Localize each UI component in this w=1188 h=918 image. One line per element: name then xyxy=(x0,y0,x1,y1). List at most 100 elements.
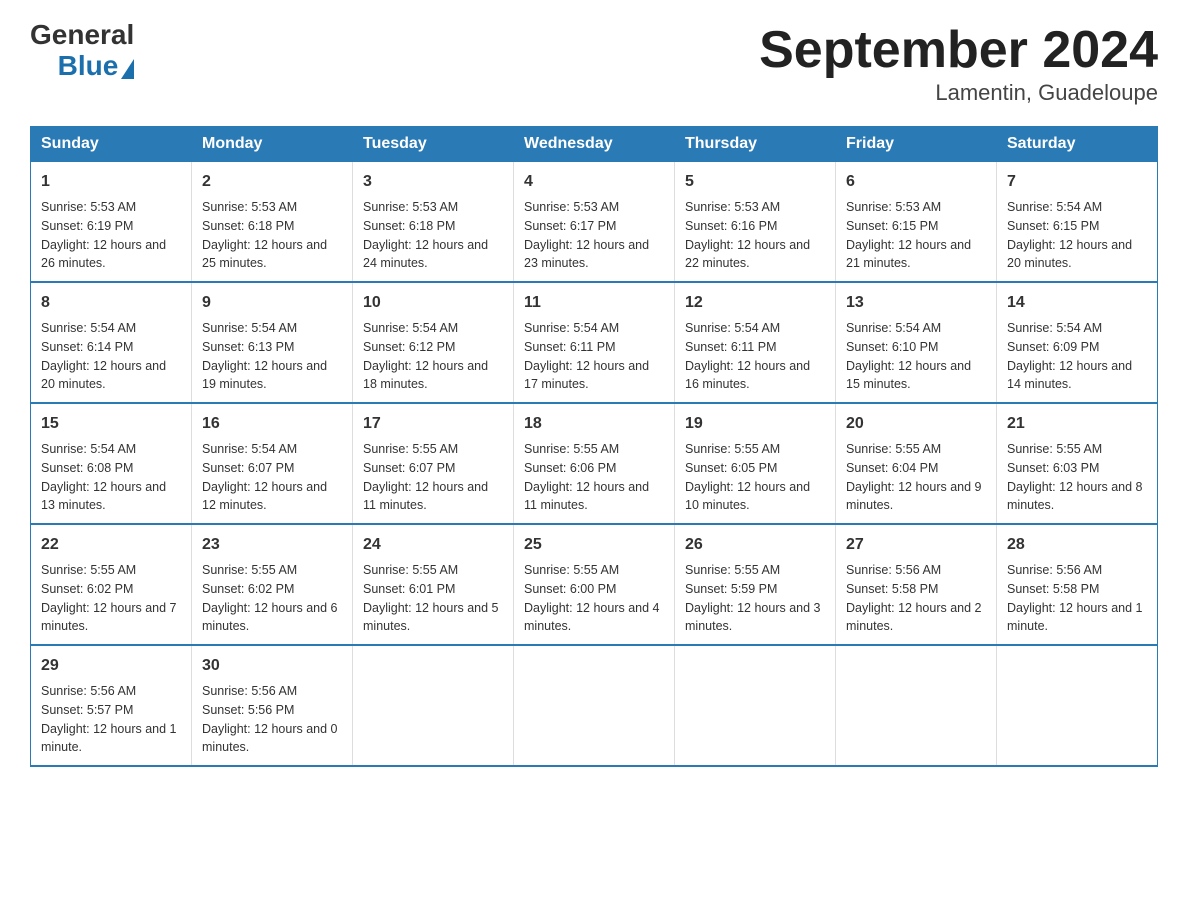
day-daylight: Daylight: 12 hours and 21 minutes. xyxy=(846,236,986,274)
day-daylight: Daylight: 12 hours and 13 minutes. xyxy=(41,478,181,516)
day-sunrise: Sunrise: 5:56 AM xyxy=(1007,561,1147,580)
calendar-week-row: 29 Sunrise: 5:56 AM Sunset: 5:57 PM Dayl… xyxy=(31,645,1158,766)
day-number: 5 xyxy=(685,170,825,194)
day-daylight: Daylight: 12 hours and 25 minutes. xyxy=(202,236,342,274)
header-thursday: Thursday xyxy=(675,127,836,162)
day-daylight: Daylight: 12 hours and 23 minutes. xyxy=(524,236,664,274)
table-row: 5 Sunrise: 5:53 AM Sunset: 6:16 PM Dayli… xyxy=(675,162,836,283)
day-sunrise: Sunrise: 5:54 AM xyxy=(202,440,342,459)
table-row xyxy=(836,645,997,766)
day-sunrise: Sunrise: 5:55 AM xyxy=(363,440,503,459)
day-sunset: Sunset: 6:19 PM xyxy=(41,217,181,236)
day-daylight: Daylight: 12 hours and 7 minutes. xyxy=(41,599,181,637)
calendar-week-row: 8 Sunrise: 5:54 AM Sunset: 6:14 PM Dayli… xyxy=(31,282,1158,403)
day-sunset: Sunset: 6:11 PM xyxy=(685,338,825,357)
day-sunset: Sunset: 6:04 PM xyxy=(846,459,986,478)
table-row xyxy=(675,645,836,766)
day-number: 29 xyxy=(41,654,181,678)
day-daylight: Daylight: 12 hours and 20 minutes. xyxy=(1007,236,1147,274)
day-sunset: Sunset: 6:06 PM xyxy=(524,459,664,478)
day-sunset: Sunset: 6:05 PM xyxy=(685,459,825,478)
table-row xyxy=(514,645,675,766)
day-sunset: Sunset: 5:56 PM xyxy=(202,701,342,720)
logo-text-blue: Blue xyxy=(58,51,119,82)
day-sunrise: Sunrise: 5:54 AM xyxy=(685,319,825,338)
day-sunrise: Sunrise: 5:55 AM xyxy=(202,561,342,580)
day-sunrise: Sunrise: 5:53 AM xyxy=(524,198,664,217)
day-number: 13 xyxy=(846,291,986,315)
day-sunset: Sunset: 6:15 PM xyxy=(846,217,986,236)
day-sunrise: Sunrise: 5:54 AM xyxy=(41,319,181,338)
day-sunrise: Sunrise: 5:53 AM xyxy=(685,198,825,217)
day-sunset: Sunset: 6:07 PM xyxy=(202,459,342,478)
day-sunset: Sunset: 5:58 PM xyxy=(846,580,986,599)
day-daylight: Daylight: 12 hours and 5 minutes. xyxy=(363,599,503,637)
title-block: September 2024 Lamentin, Guadeloupe xyxy=(759,20,1158,106)
logo-text-general: General xyxy=(30,20,134,51)
day-sunset: Sunset: 6:17 PM xyxy=(524,217,664,236)
table-row: 1 Sunrise: 5:53 AM Sunset: 6:19 PM Dayli… xyxy=(31,162,192,283)
day-daylight: Daylight: 12 hours and 2 minutes. xyxy=(846,599,986,637)
table-row: 27 Sunrise: 5:56 AM Sunset: 5:58 PM Dayl… xyxy=(836,524,997,645)
day-daylight: Daylight: 12 hours and 1 minute. xyxy=(41,720,181,758)
table-row: 20 Sunrise: 5:55 AM Sunset: 6:04 PM Dayl… xyxy=(836,403,997,524)
day-sunset: Sunset: 6:02 PM xyxy=(41,580,181,599)
day-number: 28 xyxy=(1007,533,1147,557)
calendar-location: Lamentin, Guadeloupe xyxy=(759,80,1158,106)
day-daylight: Daylight: 12 hours and 17 minutes. xyxy=(524,357,664,395)
day-daylight: Daylight: 12 hours and 0 minutes. xyxy=(202,720,342,758)
header-monday: Monday xyxy=(192,127,353,162)
calendar-header-row: Sunday Monday Tuesday Wednesday Thursday… xyxy=(31,127,1158,162)
day-sunrise: Sunrise: 5:53 AM xyxy=(202,198,342,217)
day-number: 16 xyxy=(202,412,342,436)
day-number: 30 xyxy=(202,654,342,678)
day-number: 18 xyxy=(524,412,664,436)
calendar-week-row: 1 Sunrise: 5:53 AM Sunset: 6:19 PM Dayli… xyxy=(31,162,1158,283)
day-daylight: Daylight: 12 hours and 4 minutes. xyxy=(524,599,664,637)
day-daylight: Daylight: 12 hours and 22 minutes. xyxy=(685,236,825,274)
day-number: 8 xyxy=(41,291,181,315)
day-daylight: Daylight: 12 hours and 11 minutes. xyxy=(524,478,664,516)
table-row: 23 Sunrise: 5:55 AM Sunset: 6:02 PM Dayl… xyxy=(192,524,353,645)
day-number: 27 xyxy=(846,533,986,557)
table-row: 21 Sunrise: 5:55 AM Sunset: 6:03 PM Dayl… xyxy=(997,403,1158,524)
day-sunset: Sunset: 6:12 PM xyxy=(363,338,503,357)
table-row: 3 Sunrise: 5:53 AM Sunset: 6:18 PM Dayli… xyxy=(353,162,514,283)
day-number: 12 xyxy=(685,291,825,315)
header-wednesday: Wednesday xyxy=(514,127,675,162)
day-sunrise: Sunrise: 5:54 AM xyxy=(41,440,181,459)
day-sunset: Sunset: 6:16 PM xyxy=(685,217,825,236)
table-row: 4 Sunrise: 5:53 AM Sunset: 6:17 PM Dayli… xyxy=(514,162,675,283)
day-sunset: Sunset: 6:09 PM xyxy=(1007,338,1147,357)
day-daylight: Daylight: 12 hours and 15 minutes. xyxy=(846,357,986,395)
day-sunset: Sunset: 6:00 PM xyxy=(524,580,664,599)
day-sunrise: Sunrise: 5:55 AM xyxy=(1007,440,1147,459)
day-sunrise: Sunrise: 5:53 AM xyxy=(363,198,503,217)
day-sunset: Sunset: 6:08 PM xyxy=(41,459,181,478)
table-row: 9 Sunrise: 5:54 AM Sunset: 6:13 PM Dayli… xyxy=(192,282,353,403)
day-sunrise: Sunrise: 5:55 AM xyxy=(685,440,825,459)
day-sunrise: Sunrise: 5:55 AM xyxy=(524,561,664,580)
logo: General Blue xyxy=(30,20,138,82)
table-row xyxy=(353,645,514,766)
day-number: 21 xyxy=(1007,412,1147,436)
table-row: 17 Sunrise: 5:55 AM Sunset: 6:07 PM Dayl… xyxy=(353,403,514,524)
day-sunrise: Sunrise: 5:54 AM xyxy=(524,319,664,338)
day-sunset: Sunset: 6:07 PM xyxy=(363,459,503,478)
table-row: 25 Sunrise: 5:55 AM Sunset: 6:00 PM Dayl… xyxy=(514,524,675,645)
day-daylight: Daylight: 12 hours and 14 minutes. xyxy=(1007,357,1147,395)
table-row: 12 Sunrise: 5:54 AM Sunset: 6:11 PM Dayl… xyxy=(675,282,836,403)
day-sunrise: Sunrise: 5:54 AM xyxy=(202,319,342,338)
table-row xyxy=(997,645,1158,766)
day-daylight: Daylight: 12 hours and 20 minutes. xyxy=(41,357,181,395)
day-sunrise: Sunrise: 5:54 AM xyxy=(363,319,503,338)
day-number: 7 xyxy=(1007,170,1147,194)
table-row: 26 Sunrise: 5:55 AM Sunset: 5:59 PM Dayl… xyxy=(675,524,836,645)
day-sunset: Sunset: 5:58 PM xyxy=(1007,580,1147,599)
day-daylight: Daylight: 12 hours and 11 minutes. xyxy=(363,478,503,516)
day-daylight: Daylight: 12 hours and 18 minutes. xyxy=(363,357,503,395)
day-number: 25 xyxy=(524,533,664,557)
table-row: 30 Sunrise: 5:56 AM Sunset: 5:56 PM Dayl… xyxy=(192,645,353,766)
day-daylight: Daylight: 12 hours and 19 minutes. xyxy=(202,357,342,395)
table-row: 28 Sunrise: 5:56 AM Sunset: 5:58 PM Dayl… xyxy=(997,524,1158,645)
